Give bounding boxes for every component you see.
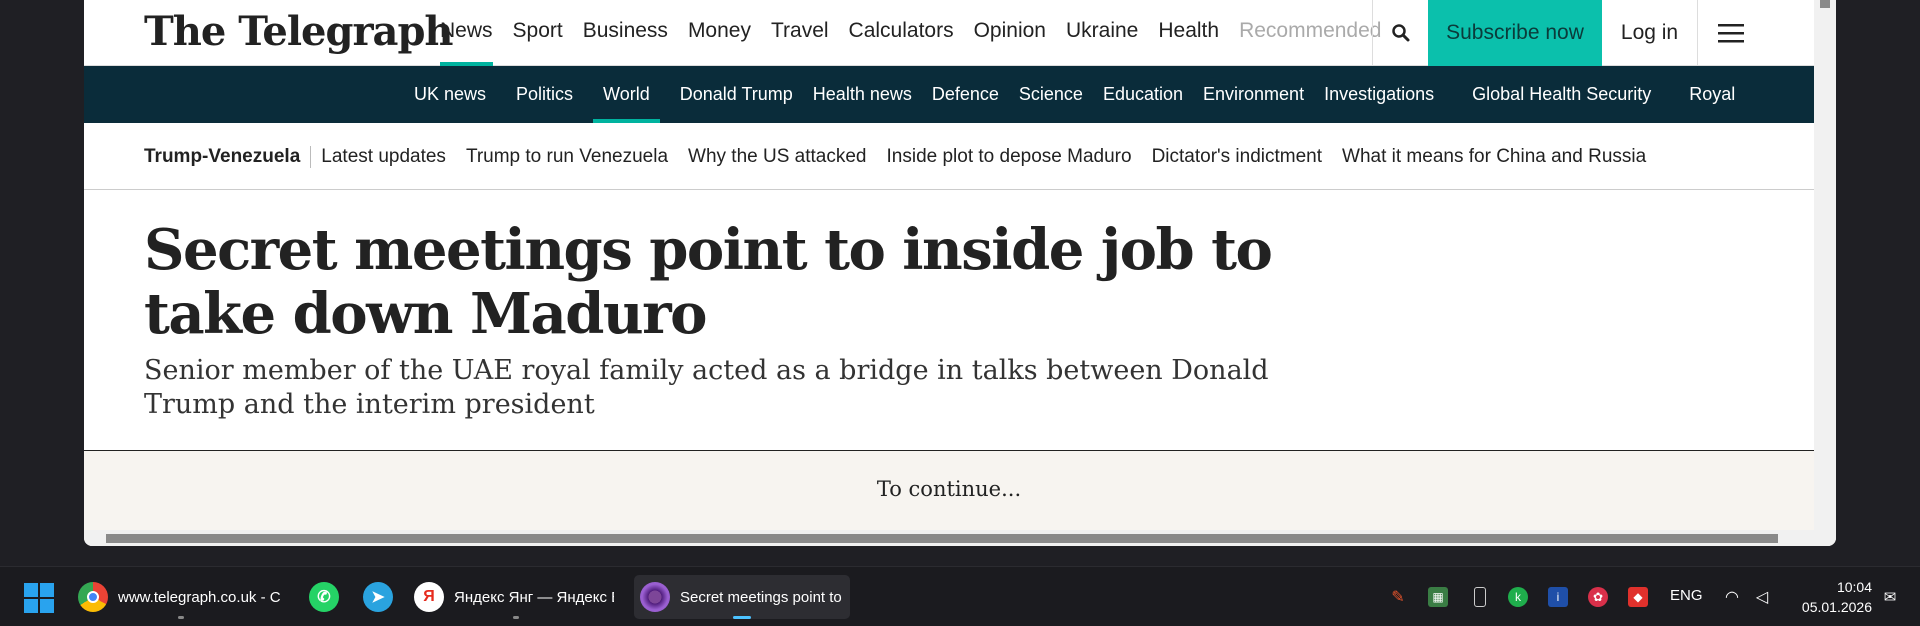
tray-usb-icon[interactable] [1474,587,1486,607]
subnav-item-education[interactable]: Education [1093,66,1193,123]
telegram-icon: ➤ [363,582,393,612]
tray-pen-icon[interactable]: ✎ [1388,587,1408,607]
language-indicator[interactable]: ENG [1670,587,1703,604]
topic-lead[interactable]: Trump-Venezuela [144,145,312,168]
taskbar-app-chrome[interactable]: www.telegraph.co.uk - C [78,575,284,619]
subnav-item-uk-news[interactable]: UK news [404,66,496,123]
subnav-item-defence[interactable]: Defence [922,66,1009,123]
nav-item-travel[interactable]: Travel [761,0,839,66]
clock-time: 10:04 [1836,579,1872,595]
horizontal-scroll-thumb[interactable] [106,534,1778,543]
taskbar-app-whatsapp[interactable]: ✆ [306,575,342,619]
nav-item-recommended[interactable]: Recommended [1229,0,1391,66]
topic-link[interactable]: Trump to run Venezuela [466,146,688,168]
subnav-item-investigations[interactable]: Investigations [1314,66,1444,123]
nav-item-health[interactable]: Health [1148,0,1229,66]
volume-icon[interactable]: ◁ [1752,587,1772,607]
yandex-icon: Я [414,582,444,612]
subnav-item-environment[interactable]: Environment [1193,66,1314,123]
windows-taskbar: www.telegraph.co.uk - C ✆ ➤ Я Яндекс Янг… [0,566,1920,626]
search-icon [1391,24,1409,42]
subscribe-button[interactable]: Subscribe now [1428,0,1602,66]
menu-button[interactable] [1698,0,1764,66]
continue-text: To continue... [876,477,1022,501]
telegraph-page: The Telegraph News Sport Business Money … [84,0,1814,530]
subnav-item-global-health-security[interactable]: Global Health Security [1462,66,1661,123]
scroll-up-arrow[interactable] [1820,0,1830,8]
horizontal-scrollbar[interactable] [84,530,1814,546]
site-header: The Telegraph News Sport Business Money … [84,0,1814,66]
browser-window: The Telegraph News Sport Business Money … [84,0,1836,546]
article-headline: Secret meetings point to inside job to t… [144,217,1273,347]
section-subnav: UK news Politics World Donald Trump Heal… [84,66,1814,123]
tray-anydesk-icon[interactable]: ◆ [1628,587,1648,607]
tray-kaspersky-icon[interactable]: k [1508,587,1528,607]
taskbar-app-label: www.telegraph.co.uk - C [118,588,280,606]
clock-date: 05.01.2026 [1801,599,1872,615]
tray-app-icon[interactable]: ✿ [1588,587,1608,607]
taskbar-app-yandex[interactable]: Я Яндекс Янг — Яндекс Б [414,575,618,619]
hamburger-icon [1718,24,1744,43]
search-button[interactable] [1372,0,1428,66]
vertical-scrollbar[interactable] [1814,0,1836,546]
system-clock[interactable]: 10:04 05.01.2026 [1780,577,1872,617]
subnav-item-science[interactable]: Science [1009,66,1093,123]
subnav-item-world[interactable]: World [593,66,660,123]
nav-item-ukraine[interactable]: Ukraine [1056,0,1148,66]
article-standfirst: Senior member of the UAE royal family ac… [144,355,1269,420]
topic-link[interactable]: Inside plot to depose Maduro [887,146,1152,168]
main-nav: News Sport Business Money Travel Calcula… [430,0,1391,66]
paywall-continue: To continue... [84,450,1814,530]
chrome-icon [78,582,108,612]
windows-start-icon[interactable] [24,583,54,613]
topic-link[interactable]: Latest updates [321,146,466,168]
taskbar-app-telegram[interactable]: ➤ [360,575,396,619]
nav-item-money[interactable]: Money [678,0,761,66]
topic-link[interactable]: Why the US attacked [688,146,886,168]
taskbar-app-label: Secret meetings point to [680,588,842,606]
nav-item-opinion[interactable]: Opinion [964,0,1056,66]
taskbar-app-tor-browser[interactable]: Secret meetings point to [634,575,850,619]
nav-item-sport[interactable]: Sport [503,0,573,66]
telegraph-logo[interactable]: The Telegraph [144,8,454,55]
tray-monitor-icon[interactable]: ▦ [1428,587,1448,607]
wifi-icon[interactable]: ◠ [1722,587,1742,607]
topic-link[interactable]: Dictator's indictment [1152,146,1342,168]
topic-bar: Trump-Venezuela Latest updates Trump to … [84,123,1814,190]
notifications-icon[interactable]: ✉ [1880,587,1900,607]
nav-item-calculators[interactable]: Calculators [839,0,964,66]
tor-browser-icon [640,582,670,612]
topic-link[interactable]: What it means for China and Russia [1342,146,1666,168]
nav-item-business[interactable]: Business [573,0,678,66]
nav-item-news[interactable]: News [430,0,503,66]
whatsapp-icon: ✆ [309,582,339,612]
tray-info-icon[interactable]: i [1548,587,1568,607]
subnav-item-politics[interactable]: Politics [506,66,583,123]
subnav-item-donald-trump[interactable]: Donald Trump [670,66,803,123]
login-button[interactable]: Log in [1602,0,1698,66]
subnav-item-royal[interactable]: Royal [1679,66,1745,123]
taskbar-app-label: Яндекс Янг — Яндекс Б [454,588,614,606]
subnav-item-health-news[interactable]: Health news [803,66,922,123]
